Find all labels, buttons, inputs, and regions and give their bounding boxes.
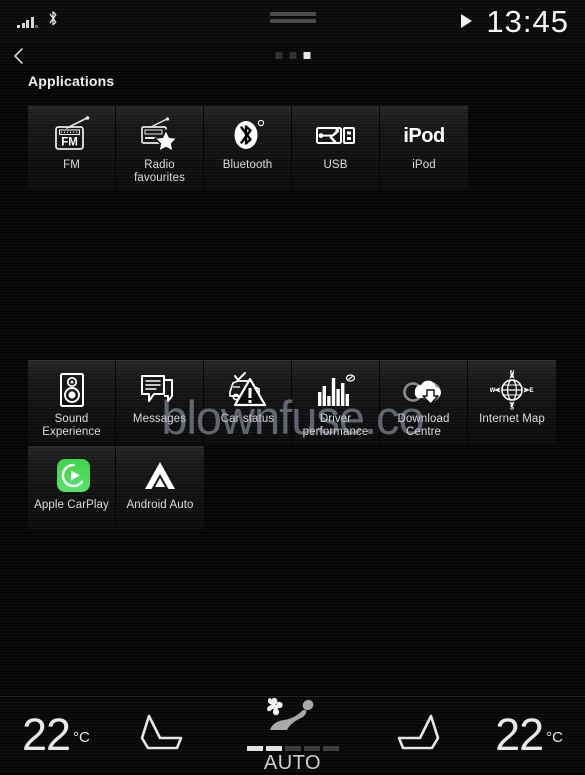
fan-seat-icon xyxy=(257,696,329,745)
app-tile-label: Internet Map xyxy=(479,413,545,425)
fan-level-segment-2[interactable] xyxy=(265,745,282,751)
speaker-icon xyxy=(50,367,94,413)
message-bubble-icon xyxy=(138,367,182,413)
seat-icon-right[interactable] xyxy=(393,712,445,759)
app-tile-bluetooth[interactable]: Bluetooth xyxy=(204,106,292,190)
svg-text:FM: FM xyxy=(61,137,78,149)
application-grid: FM FM Radio favourites Bluetooth USB iPod iPod… xyxy=(0,0,585,773)
driver-temperature[interactable]: 22 °C xyxy=(22,709,90,760)
bluetooth-icon xyxy=(226,113,270,159)
tile-row-2: Sound Experience Messages Car status Driver… xyxy=(28,360,556,444)
tile-row-1: FM FM Radio favourites Bluetooth USB iPod iPod xyxy=(28,106,468,190)
app-tile-label: USB xyxy=(323,159,348,171)
app-tile-label: iPod xyxy=(412,159,436,171)
app-tile-label: Messages xyxy=(132,413,187,425)
app-tile-label: Android Auto xyxy=(126,499,194,511)
app-tile-fm[interactable]: FM FM xyxy=(28,106,116,190)
apple-carplay-icon xyxy=(50,453,94,499)
driver-temp-unit: °C xyxy=(73,728,90,746)
app-tile-label: Download Centre xyxy=(397,413,450,438)
passenger-temp-value: 22 xyxy=(495,709,544,760)
climate-bar: 22 °C AUTO 22 °C xyxy=(0,696,585,775)
svg-text:N: N xyxy=(510,371,514,377)
radio-favourites-icon xyxy=(138,113,182,159)
bar-chart-icon xyxy=(314,367,358,413)
svg-text:S: S xyxy=(510,406,514,411)
app-tile-ipod[interactable]: iPod iPod xyxy=(380,106,468,190)
passenger-temperature[interactable]: 22 °C xyxy=(495,709,563,760)
radio-fm-icon: FM xyxy=(50,113,94,159)
app-tile-download-centre[interactable]: Download Centre xyxy=(380,360,468,444)
app-tile-label: FM xyxy=(63,159,80,171)
app-tile-apple-carplay[interactable]: Apple CarPlay xyxy=(28,446,116,530)
app-tile-label: Bluetooth xyxy=(222,159,273,171)
app-tile-label: Radio favourites xyxy=(134,159,185,184)
page-dot-1[interactable] xyxy=(275,52,282,59)
driver-temp-value: 22 xyxy=(22,709,71,760)
fan-level-segment-1[interactable] xyxy=(246,745,263,751)
fan-auto-control[interactable]: AUTO xyxy=(246,696,339,775)
ipod-wordmark-icon: iPod xyxy=(403,124,445,147)
passenger-temp-unit: °C xyxy=(546,728,563,746)
svg-text:E: E xyxy=(529,388,533,394)
app-tile-driver-performance[interactable]: Driver performance xyxy=(292,360,380,444)
app-tile-messages[interactable]: Messages xyxy=(116,360,204,444)
app-tile-android-auto[interactable]: Android Auto xyxy=(116,446,204,530)
app-tile-sound-experience[interactable]: Sound Experience xyxy=(28,360,116,444)
infotainment-screen: 13:45 Applications FM FM Radio favourites B… xyxy=(0,0,585,775)
app-tile-label: Car status xyxy=(220,413,275,425)
app-tile-radio-favourites[interactable]: Radio favourites xyxy=(116,106,204,190)
cloud-download-icon xyxy=(402,367,446,413)
app-tile-label: Sound Experience xyxy=(42,413,101,438)
page-dot-3[interactable] xyxy=(303,52,310,59)
compass-globe-icon: N S E W xyxy=(490,367,534,413)
page-indicator-dots[interactable] xyxy=(275,52,310,59)
svg-text:W: W xyxy=(490,388,496,394)
app-tile-internet-map[interactable]: N S E W Internet Map xyxy=(468,360,556,444)
android-auto-icon xyxy=(138,453,182,499)
app-tile-label: Driver performance xyxy=(302,413,369,438)
tile-row-3: Apple CarPlay Android Auto xyxy=(28,446,204,530)
seat-icon-left[interactable] xyxy=(135,712,187,759)
fan-level-bar[interactable] xyxy=(246,745,339,751)
car-status-warning-icon xyxy=(226,367,270,413)
page-dot-2[interactable] xyxy=(289,52,296,59)
usb-icon xyxy=(314,113,358,159)
app-tile-car-status[interactable]: Car status xyxy=(204,360,292,444)
app-tile-label: Apple CarPlay xyxy=(34,499,109,511)
auto-label: AUTO xyxy=(263,751,322,774)
app-tile-usb[interactable]: USB xyxy=(292,106,380,190)
fan-level-segment-3[interactable] xyxy=(284,745,301,751)
fan-level-segment-5[interactable] xyxy=(322,745,339,751)
fan-level-segment-4[interactable] xyxy=(303,745,320,751)
